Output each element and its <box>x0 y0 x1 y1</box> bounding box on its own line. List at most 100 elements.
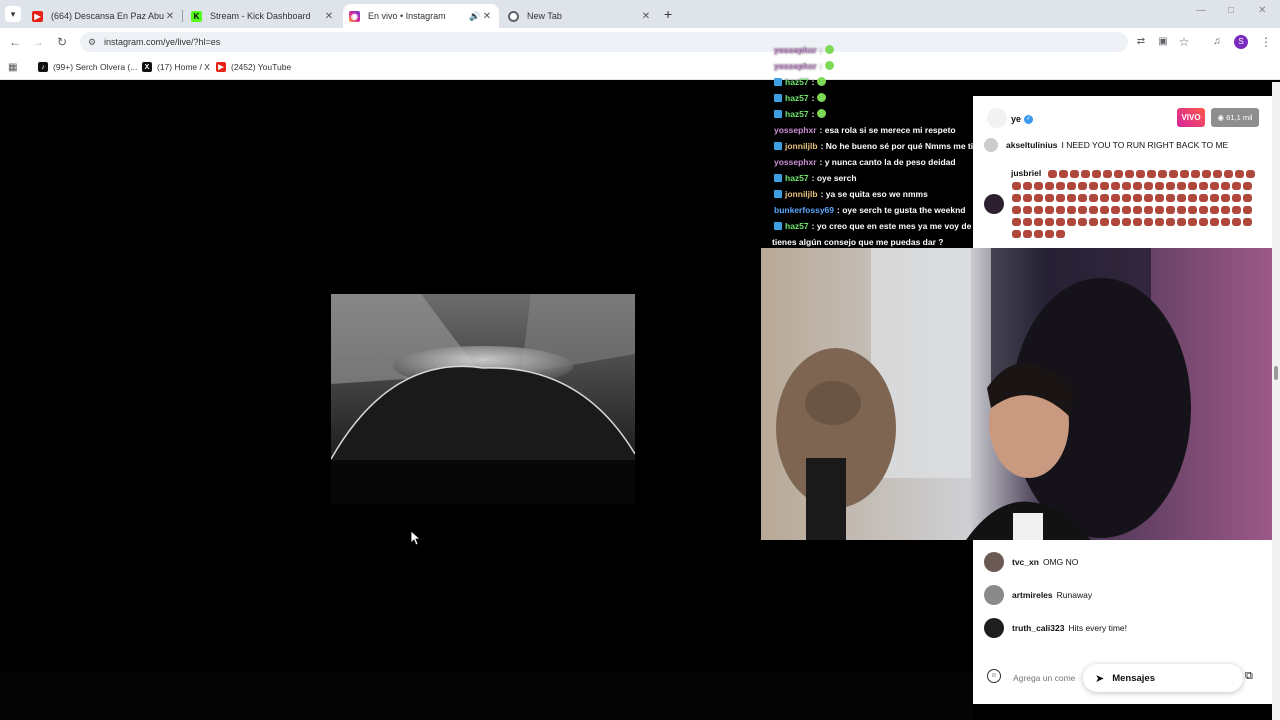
bookmark-tiktok[interactable]: ♪ (99+) Serch Olvera (... <box>38 62 137 72</box>
emote-icon <box>817 109 827 118</box>
emoji-icon <box>1243 206 1252 214</box>
emoji-icon <box>1067 206 1076 214</box>
install-icon[interactable]: ▣ <box>1155 34 1171 50</box>
tab-youtube[interactable]: ▶ (664) Descansa En Paz Abuela - ✕ <box>26 4 183 28</box>
avatar[interactable] <box>987 108 1007 128</box>
emoji-icon <box>1056 230 1065 238</box>
emoji-icon <box>1012 206 1021 214</box>
tab-kick[interactable]: K Stream - Kick Dashboard ✕ <box>185 4 341 28</box>
emoji-icon <box>1188 194 1197 202</box>
live-badge: VIVO <box>1177 108 1205 127</box>
chat-message: haz57: <box>774 77 827 87</box>
emoji-icon <box>1133 194 1142 202</box>
chat-text: : <box>819 61 823 71</box>
mouse-cursor <box>410 530 422 550</box>
emoji-icon <box>1180 170 1189 178</box>
gift-icon[interactable]: ⧉ <box>1245 670 1253 683</box>
close-window-button[interactable]: ✕ <box>1258 5 1266 16</box>
emoji-icon <box>1111 218 1120 226</box>
kick-icon: K <box>191 10 202 22</box>
messages-button[interactable]: ➤ Mensajes <box>1083 664 1243 692</box>
emoji-icon <box>1147 170 1156 178</box>
emoji-icon[interactable]: ☺ <box>987 669 1001 683</box>
emoji-icon <box>1078 182 1087 190</box>
emoji-icon <box>1111 194 1120 202</box>
chat-username: haz57 <box>785 93 809 103</box>
youtube-icon: ▶ <box>216 62 226 72</box>
bookmark-label: (2452) YouTube <box>231 62 292 72</box>
speaker-icon[interactable]: 🔊 <box>469 11 481 22</box>
maximize-button[interactable]: □ <box>1228 5 1234 16</box>
bookmark-x[interactable]: X (17) Home / X <box>142 62 210 72</box>
username[interactable]: ye <box>1011 114 1021 124</box>
scrollbar-thumb[interactable] <box>1274 366 1278 380</box>
webcam-image <box>761 248 1280 540</box>
chat-text: : <box>811 93 815 103</box>
close-icon[interactable]: ✕ <box>640 11 652 22</box>
kick-badge-icon <box>774 110 782 118</box>
menu-icon[interactable]: ⋮ <box>1258 34 1274 50</box>
emoji-icon <box>1089 194 1098 202</box>
emoji-icon <box>1210 182 1219 190</box>
emoji-icon <box>1202 170 1211 178</box>
emoji-icon <box>1078 194 1087 202</box>
emote-icon <box>817 77 827 86</box>
emoji-comment <box>1011 168 1256 240</box>
comment-text: OMG NO <box>1042 557 1079 567</box>
site-info-icon[interactable]: ⚙ <box>88 32 96 52</box>
emoji-icon <box>1246 170 1255 178</box>
emoji-icon <box>1045 206 1054 214</box>
tab-instagram[interactable]: ◉ En vivo • Instagram 🔊 ✕ <box>343 4 499 28</box>
bookmark-youtube[interactable]: ▶ (2452) YouTube <box>216 62 291 72</box>
emoji-icon <box>1023 230 1032 238</box>
emoji-icon <box>1122 182 1131 190</box>
back-icon[interactable]: ← <box>7 34 23 50</box>
emoji-icon <box>1136 170 1145 178</box>
emoji-icon <box>1199 194 1208 202</box>
instagram-icon: ◉ <box>349 10 360 22</box>
avatar[interactable]: S <box>1234 35 1248 49</box>
forward-icon[interactable]: → <box>30 34 46 50</box>
emoji-icon <box>1012 182 1021 190</box>
emoji-icon <box>1232 206 1241 214</box>
chat-username: yossephxr <box>774 125 817 135</box>
minimize-button[interactable]: — <box>1196 5 1206 16</box>
close-icon[interactable]: ✕ <box>481 11 493 22</box>
emoji-icon <box>1111 206 1120 214</box>
reload-icon[interactable]: ↻ <box>54 34 70 50</box>
emoji-icon <box>1210 206 1219 214</box>
chat-username: bunkerfossy69 <box>774 205 834 215</box>
chat-text: : <box>811 77 815 87</box>
translate-icon[interactable]: ⇄ <box>1133 34 1149 50</box>
kick-badge-icon <box>774 190 782 198</box>
emoji-icon <box>1221 182 1230 190</box>
instagram-live-header: ye ✓ VIVO ◉ 61,1 mil akseltulinius I NEE… <box>973 96 1280 248</box>
media-control-icon[interactable]: ♫ <box>1209 34 1225 50</box>
stage-dome-image <box>331 294 635 504</box>
emoji-icon <box>1125 170 1134 178</box>
emoji-icon <box>1122 206 1131 214</box>
chat-message: bunkerfossy69: oye serch te gusta the we… <box>774 205 965 215</box>
emoji-icon <box>1232 194 1241 202</box>
scrollbar[interactable] <box>1272 82 1280 720</box>
star-icon[interactable]: ☆ <box>1176 34 1192 50</box>
emoji-icon <box>1045 194 1054 202</box>
close-icon[interactable]: ✕ <box>323 11 335 22</box>
emoji-icon <box>1089 182 1098 190</box>
chat-message: haz57: <box>774 93 827 103</box>
tab-search-button[interactable]: ▾ <box>5 6 21 22</box>
emoji-icon <box>1089 206 1098 214</box>
tab-new-tab[interactable]: New Tab ✕ <box>502 4 658 28</box>
emoji-icon <box>1133 206 1142 214</box>
comment-username: truth_cali323 <box>1012 623 1065 633</box>
emoji-icon <box>1155 182 1164 190</box>
emoji-icon <box>1177 194 1186 202</box>
comment-text: Runaway <box>1056 590 1093 600</box>
comment-item: akseltulinius I NEED YOU TO RUN RIGHT BA… <box>984 138 1228 152</box>
chat-message-continuation: tienes algún consejo que me puedas dar ? <box>772 237 944 247</box>
comment-item: truth_cali323 Hits every time! <box>984 618 1127 638</box>
new-tab-button[interactable]: + <box>664 6 672 22</box>
apps-icon[interactable]: ▦ <box>8 62 17 73</box>
chat-username: haz57 <box>785 77 809 87</box>
close-icon[interactable]: ✕ <box>164 11 176 22</box>
